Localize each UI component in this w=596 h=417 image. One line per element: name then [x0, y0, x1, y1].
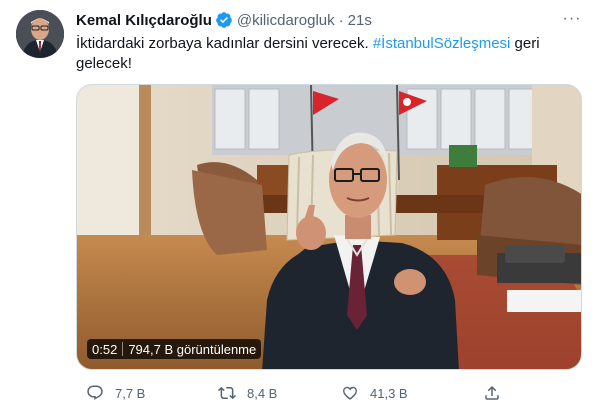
like-count: 41,3 B [370, 385, 408, 401]
heart-icon [343, 386, 357, 400]
reply-count: 7,7 B [115, 385, 146, 401]
retweet-count: 8,4 B [247, 385, 278, 401]
separator-dot: · [338, 11, 344, 29]
video-frame [77, 85, 581, 369]
share-button[interactable] [483, 382, 512, 404]
retweet-button[interactable]: 8,4 B [218, 382, 277, 404]
reply-icon [87, 385, 103, 400]
like-button[interactable]: 41,3 B [341, 382, 408, 404]
tweet-text: İktidardaki zorbaya kadınlar dersini ver… [76, 34, 582, 74]
retweet-icon [218, 386, 236, 400]
tweet-header: Kemal Kılıçdaroğlu @kilicdarogluk · 21s … [76, 10, 582, 30]
avatar[interactable] [16, 10, 64, 58]
tweet-timestamp[interactable]: 21s [348, 12, 372, 29]
tweet-actions: 7,7 B 8,4 B 41,3 B [76, 382, 516, 404]
video-player[interactable]: 0:52 794,7 B görüntülenme [76, 84, 582, 370]
tweet-content: Kemal Kılıçdaroğlu @kilicdarogluk · 21s … [76, 10, 582, 74]
author-handle[interactable]: @kilicdarogluk [237, 12, 335, 29]
share-icon [485, 385, 499, 400]
verified-icon [216, 12, 232, 28]
video-info-badge: 0:52 794,7 B görüntülenme [87, 339, 262, 359]
tweet[interactable]: Kemal Kılıçdaroğlu @kilicdarogluk · 21s … [0, 0, 596, 417]
author-name[interactable]: Kemal Kılıçdaroğlu [76, 12, 212, 29]
hashtag-link[interactable]: #İstanbulSözleşmesi [373, 35, 511, 52]
video-view-count: 794,7 B görüntülenme [128, 341, 257, 357]
reply-button[interactable]: 7,7 B [86, 382, 145, 404]
video-duration: 0:52 [92, 341, 118, 357]
more-options-icon[interactable]: ··· [562, 10, 582, 30]
avatar-image [16, 10, 64, 58]
tweet-text-part: İktidardaki zorbaya kadınlar dersini ver… [76, 35, 373, 52]
